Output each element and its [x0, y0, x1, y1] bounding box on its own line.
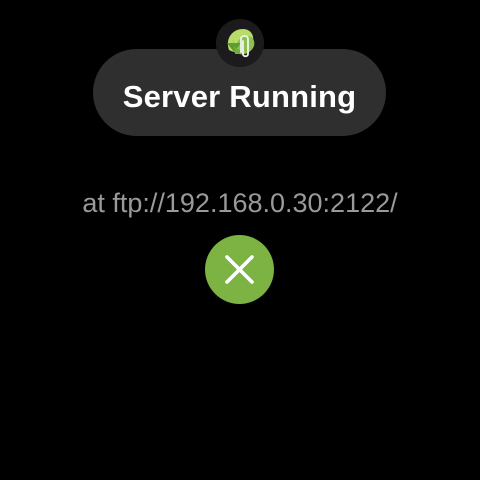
status-title: Server Running [122, 78, 357, 114]
close-icon [225, 255, 254, 284]
stop-server-button[interactable] [205, 235, 274, 304]
ftp-server-clip-icon [216, 19, 264, 67]
server-address: at ftp://192.168.0.30:2122/ [82, 188, 398, 218]
watch-screen: Server Running at ftp://192.168.0.30:212… [0, 0, 480, 480]
app-icon [216, 19, 264, 67]
